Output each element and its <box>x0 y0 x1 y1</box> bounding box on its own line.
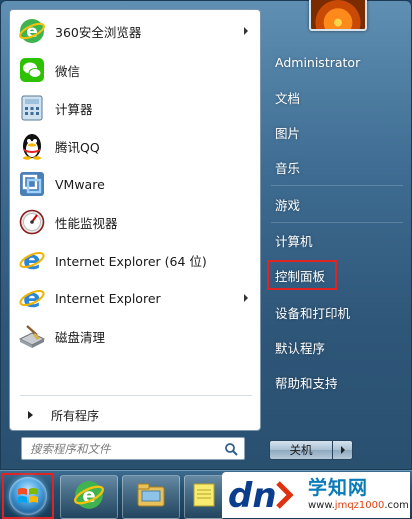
right-link-label: 游戏 <box>275 197 301 213</box>
360-browser-icon: e <box>18 17 46 45</box>
svg-text:e: e <box>23 247 41 273</box>
shutdown-button[interactable]: 关机 <box>269 440 333 460</box>
right-link-computer[interactable]: 计算机 <box>267 225 407 255</box>
program-label: 计算器 <box>55 101 93 117</box>
divider <box>271 222 403 223</box>
360-browser-icon: e <box>74 480 104 514</box>
submenu-arrow-icon <box>244 27 248 35</box>
program-item-qq[interactable]: 腾讯QQ <box>14 129 258 163</box>
right-link-label: Administrator <box>275 54 361 70</box>
program-item-wechat[interactable]: 微信 <box>14 53 258 87</box>
wechat-icon <box>18 56 46 84</box>
program-item-360-browser[interactable]: e 360安全浏览器 <box>14 14 258 48</box>
watermark-url: www.jmqz1000.com <box>308 499 409 513</box>
program-label: 腾讯QQ <box>55 139 100 155</box>
shutdown-group: 关机 <box>269 440 353 460</box>
right-link-label: 设备和打印机 <box>275 305 351 321</box>
right-link-pictures[interactable]: 图片 <box>267 117 407 147</box>
divider <box>20 395 252 396</box>
right-link-default-programs[interactable]: 默认程序 <box>267 332 407 362</box>
right-link-label: 图片 <box>275 125 301 141</box>
program-label: Internet Explorer (64 位) <box>55 253 207 269</box>
divider <box>271 185 403 186</box>
performance-monitor-icon <box>18 208 46 236</box>
dn-logo: dn <box>226 473 304 517</box>
right-link-documents[interactable]: 文档 <box>267 82 407 112</box>
program-label: 360安全浏览器 <box>55 24 142 40</box>
chevron-right-icon <box>340 446 345 454</box>
program-label: 磁盘清理 <box>55 329 106 345</box>
program-list-pane: e 360安全浏览器 微信 计算器 腾讯QQ VMware 性能监视器 e In… <box>9 9 261 431</box>
shutdown-label: 关机 <box>289 443 313 457</box>
right-link-help-support[interactable]: 帮助和支持 <box>267 367 407 397</box>
right-link-administrator[interactable]: Administrator <box>267 47 407 77</box>
program-item-ie-64[interactable]: e Internet Explorer (64 位) <box>14 243 258 277</box>
program-item-performance-monitor[interactable]: 性能监视器 <box>14 205 258 239</box>
search-box[interactable] <box>21 437 245 460</box>
taskbar-explorer[interactable] <box>122 475 180 519</box>
submenu-arrow-icon <box>244 294 248 302</box>
site-watermark: dn 学知网 www.jmqz1000.com <box>222 472 410 518</box>
start-menu: e 360安全浏览器 微信 计算器 腾讯QQ VMware 性能监视器 e In… <box>0 0 412 470</box>
shutdown-options-button[interactable] <box>333 440 353 460</box>
right-link-devices-printers[interactable]: 设备和打印机 <box>267 297 407 327</box>
taskbar-360-browser[interactable]: e <box>60 475 118 519</box>
right-link-label: 控制面板 <box>275 268 326 284</box>
notepad-icon <box>192 482 216 512</box>
folder-icon <box>136 481 166 513</box>
search-icon[interactable] <box>222 440 240 458</box>
right-link-label: 帮助和支持 <box>275 375 338 391</box>
program-label: Internet Explorer <box>55 290 161 306</box>
program-label: VMware <box>55 176 105 192</box>
right-link-label: 默认程序 <box>275 340 326 356</box>
calculator-icon <box>18 94 46 122</box>
svg-text:e: e <box>23 285 41 311</box>
disk-cleanup-icon <box>18 322 46 350</box>
program-item-ie[interactable]: e Internet Explorer <box>14 281 258 315</box>
svg-text:dn: dn <box>228 476 277 516</box>
vmware-icon <box>18 170 46 198</box>
watermark-url-suffix: .com <box>384 500 409 511</box>
qq-penguin-icon <box>18 132 46 160</box>
program-label: 微信 <box>55 63 81 79</box>
right-link-music[interactable]: 音乐 <box>267 152 407 182</box>
all-programs-label: 所有程序 <box>51 408 100 423</box>
program-label: 性能监视器 <box>55 215 118 231</box>
internet-explorer-icon: e <box>18 284 46 312</box>
watermark-text: 学知网 www.jmqz1000.com <box>308 477 409 513</box>
user-avatar[interactable] <box>309 0 367 31</box>
all-programs-button[interactable]: 所有程序 <box>14 403 258 427</box>
program-item-disk-cleanup[interactable]: 磁盘清理 <box>14 319 258 353</box>
taskbar-notepad[interactable] <box>184 475 224 519</box>
right-link-label: 文档 <box>275 90 301 106</box>
right-link-games[interactable]: 游戏 <box>267 189 407 219</box>
right-link-label: 音乐 <box>275 160 301 176</box>
internet-explorer-icon: e <box>18 246 46 274</box>
watermark-url-main: jmqz1000 <box>334 500 385 511</box>
program-item-calculator[interactable]: 计算器 <box>14 91 258 125</box>
program-item-vmware[interactable]: VMware <box>14 167 258 201</box>
watermark-url-prefix: www. <box>308 500 335 511</box>
right-link-control-panel[interactable]: 控制面板 <box>267 260 337 290</box>
watermark-title: 学知网 <box>308 477 369 499</box>
windows-logo-icon <box>9 477 47 515</box>
right-link-label: 计算机 <box>275 233 313 249</box>
triangle-right-icon <box>28 411 33 419</box>
start-button[interactable] <box>2 473 54 519</box>
search-input[interactable] <box>22 438 222 459</box>
